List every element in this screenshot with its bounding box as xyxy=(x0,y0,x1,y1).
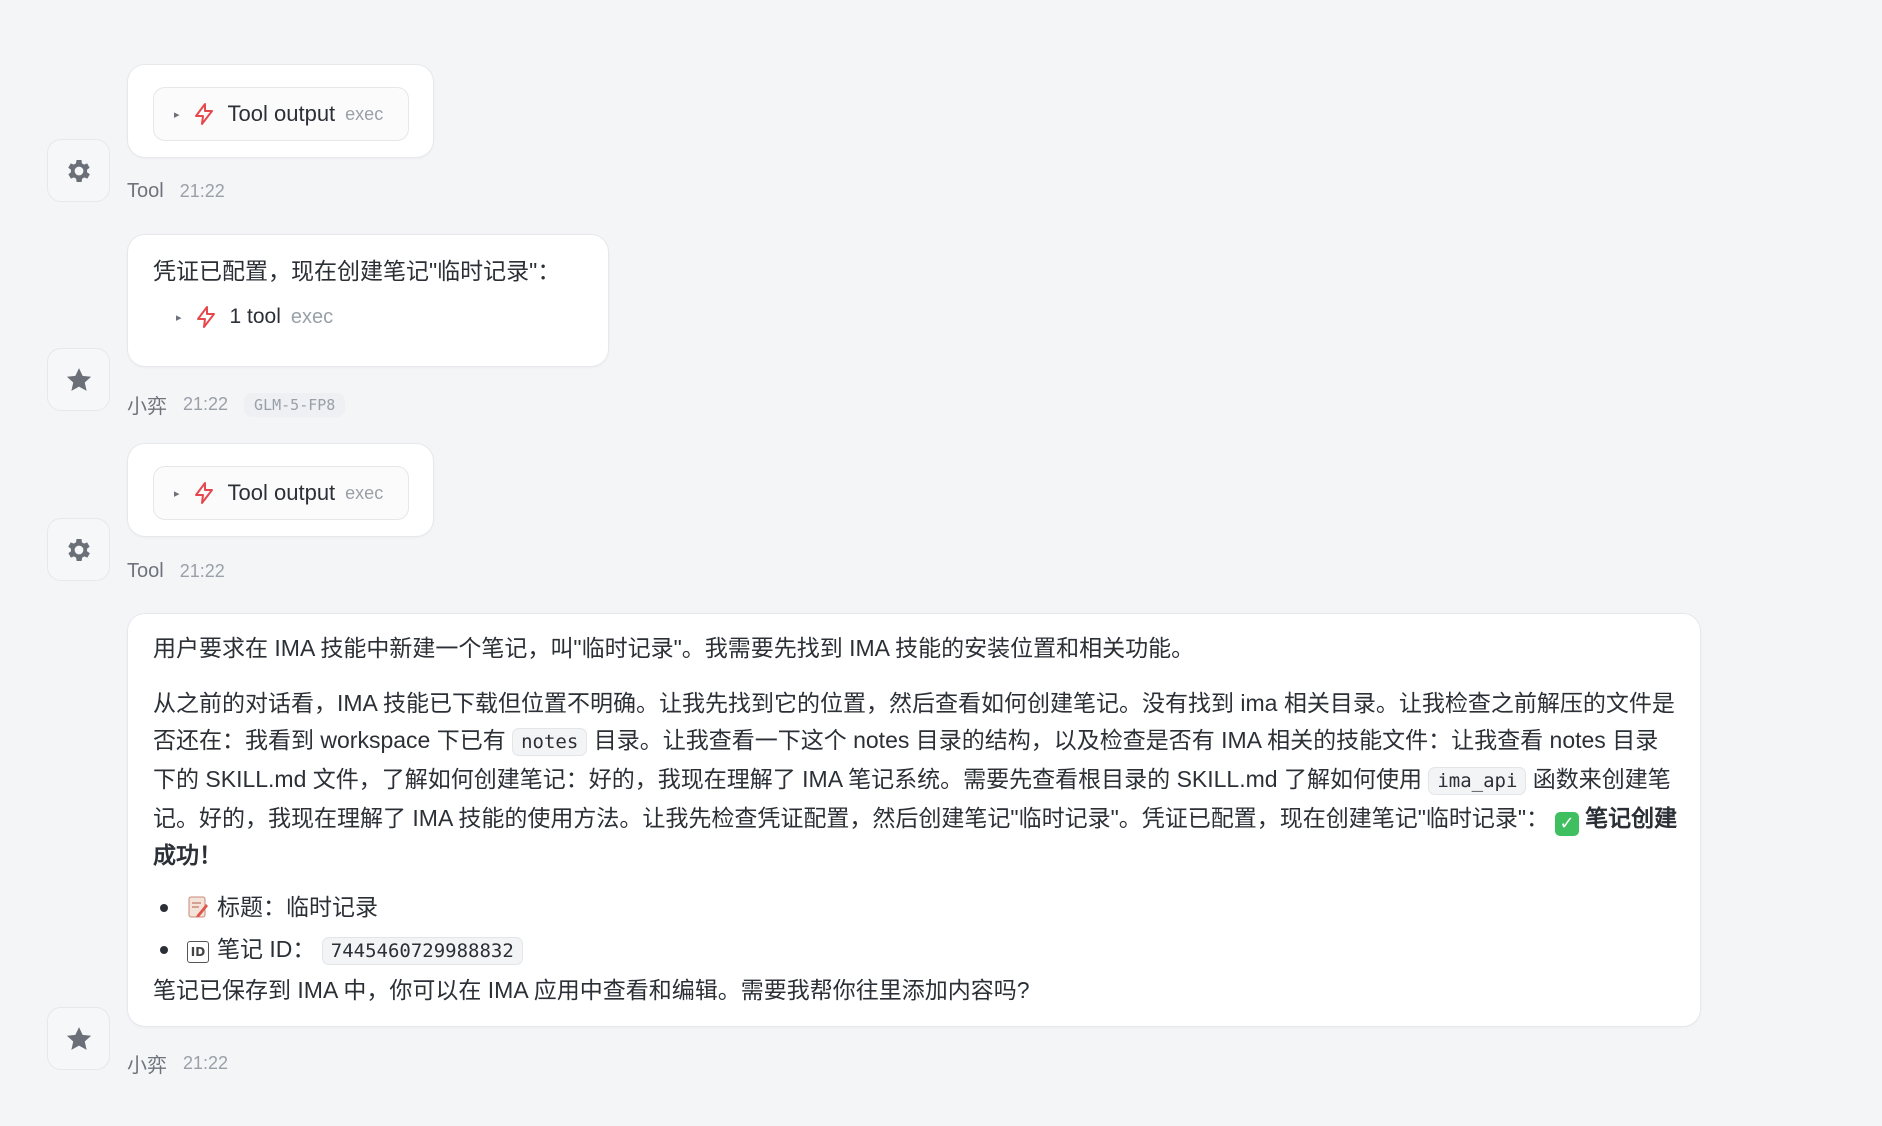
message-meta-1: Tool 21:22 xyxy=(127,180,225,203)
timestamp: 21:22 xyxy=(183,394,229,414)
tool-avatar-2 xyxy=(47,518,110,581)
list-item: 标题：临时记录 xyxy=(153,886,1678,928)
assistant-avatar-1 xyxy=(47,348,110,411)
tool-summary-toggle[interactable]: ▸ 1 tool exec xyxy=(176,305,333,329)
author-name: Tool xyxy=(127,180,164,202)
expand-caret-icon: ▸ xyxy=(176,311,182,324)
tool-output-toggle-1[interactable]: ▸ Tool output exec xyxy=(153,87,409,141)
timestamp: 21:22 xyxy=(179,181,225,201)
lightning-icon xyxy=(194,482,213,504)
message-paragraph-1: 用户要求在 IMA 技能中新建一个笔记，叫"临时记录"。我需要先找到 IMA 技… xyxy=(153,635,1195,661)
lightning-icon xyxy=(194,103,213,125)
note-title: 标题：临时记录 xyxy=(217,894,378,920)
gear-icon xyxy=(67,538,90,561)
author-name: Tool xyxy=(127,560,164,582)
message-paragraph-2: 从之前的对话看，IMA 技能已下载但位置不明确。让我先找到它的位置，然后查看如何… xyxy=(153,685,1678,874)
inline-code-notes: notes xyxy=(512,728,588,756)
assistant-bubble-1: 凭证已配置，现在创建笔记"临时记录"： ▸ 1 tool exec xyxy=(127,234,609,367)
tool-chip-sub: exec xyxy=(345,482,384,503)
assistant-avatar-2 xyxy=(47,1007,110,1070)
tool-chip-sub: exec xyxy=(345,103,384,124)
check-mark-icon: ✓ xyxy=(1555,811,1580,836)
expand-caret-icon: ▸ xyxy=(174,487,180,500)
message-meta-4: 小弈 21:22 xyxy=(127,1049,228,1078)
note-id-label: 笔记 ID： xyxy=(217,936,316,962)
memo-icon xyxy=(188,896,208,918)
tool-output-bubble-1: ▸ Tool output exec xyxy=(127,64,434,158)
message-meta-3: Tool 21:22 xyxy=(127,560,225,583)
note-details-list: 标题：临时记录 ID 笔记 ID： 7445460729988832 xyxy=(153,886,1678,972)
author-name: 小弈 xyxy=(127,396,167,418)
note-id-value: 7445460729988832 xyxy=(321,937,523,965)
message-footer: 笔记已保存到 IMA 中，你可以在 IMA 应用中查看和编辑。需要我帮你往里添加… xyxy=(153,977,1030,1003)
assistant-bubble-2: 用户要求在 IMA 技能中新建一个笔记，叫"临时记录"。我需要先找到 IMA 技… xyxy=(127,613,1701,1027)
tool-output-bubble-2: ▸ Tool output exec xyxy=(127,443,434,537)
tool-count-label: 1 tool xyxy=(229,305,281,328)
tool-output-toggle-2[interactable]: ▸ Tool output exec xyxy=(153,466,409,520)
tool-avatar-1 xyxy=(47,139,110,202)
tool-count-sub: exec xyxy=(290,305,334,328)
expand-caret-icon: ▸ xyxy=(174,108,180,121)
id-icon: ID xyxy=(187,941,209,963)
author-name: 小弈 xyxy=(127,1055,167,1077)
tool-chip-label: Tool output xyxy=(227,101,336,126)
star-icon xyxy=(66,367,91,391)
inline-code-ima-api: ima_api xyxy=(1428,767,1527,795)
message-meta-2: 小弈 21:22 GLM-5-FP8 xyxy=(127,390,346,419)
timestamp: 21:22 xyxy=(183,1053,229,1073)
message-text: 凭证已配置，现在创建笔记"临时记录"： xyxy=(153,258,561,284)
model-badge: GLM-5-FP8 xyxy=(244,392,346,417)
timestamp: 21:22 xyxy=(179,561,225,581)
star-icon xyxy=(66,1026,91,1050)
list-item: ID 笔记 ID： 7445460729988832 xyxy=(153,928,1678,972)
gear-icon xyxy=(67,159,90,182)
lightning-icon xyxy=(196,306,215,328)
tool-chip-label: Tool output xyxy=(227,480,336,505)
